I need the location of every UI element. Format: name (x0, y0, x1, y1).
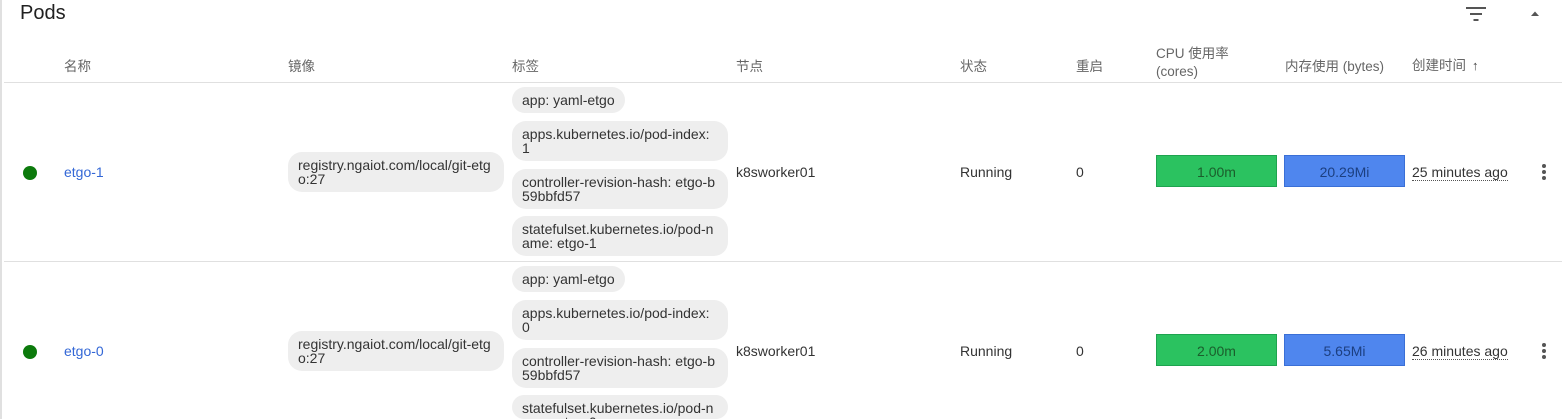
more-vert-icon[interactable] (1540, 342, 1548, 362)
pods-card: Pods 名称 镜像 标签 节点 状态 重启 CPU 使用率 (cores) 内… (0, 0, 1562, 419)
column-header-created-label: 创建时间 (1412, 58, 1466, 73)
status-running-icon (23, 166, 37, 180)
column-header-cpu-line2: (cores) (1156, 64, 1199, 79)
pod-name-link[interactable]: etgo-1 (64, 164, 104, 180)
image-chip: registry.ngaiot.com/local/git-etgo:27 (288, 331, 504, 371)
label-chip: app: yaml-etgo (512, 266, 625, 292)
label-chip: statefulset.kubernetes.io/pod-name: etgo… (512, 216, 728, 256)
card-title: Pods (20, 2, 66, 24)
cpu-usage-bar: 2.00m (1156, 334, 1277, 366)
cpu-usage-bar: 1.00m (1156, 155, 1277, 187)
row-divider (4, 261, 1562, 262)
column-header-created[interactable]: 创建时间 ↑ (1412, 54, 1479, 74)
column-header-node[interactable]: 节点 (736, 55, 763, 75)
label-chip: apps.kubernetes.io/pod-index: 1 (512, 121, 728, 161)
label-chip: controller-revision-hash: etgo-b59bbfd57 (512, 348, 728, 388)
status-running-icon (23, 345, 37, 359)
column-header-cpu[interactable]: CPU 使用率 (cores) (1156, 45, 1229, 81)
column-header-status[interactable]: 状态 (960, 55, 987, 75)
node-name: k8sworker01 (736, 343, 816, 359)
restart-count: 0 (1076, 343, 1084, 359)
column-header-labels[interactable]: 标签 (512, 55, 539, 75)
created-age[interactable]: 25 minutes ago (1412, 165, 1508, 181)
column-header-memory[interactable]: 内存使用 (bytes) (1285, 55, 1384, 75)
header-divider (4, 82, 1562, 83)
column-header-restarts[interactable]: 重启 (1076, 55, 1103, 75)
label-chip: controller-revision-hash: etgo-b59bbfd57 (512, 169, 728, 209)
pod-name-link[interactable]: etgo-0 (64, 343, 104, 359)
label-chip: apps.kubernetes.io/pod-index: 0 (512, 300, 728, 340)
more-vert-icon[interactable] (1540, 163, 1548, 183)
status-text: Running (960, 164, 1013, 180)
column-header-name[interactable]: 名称 (64, 55, 91, 75)
image-chip: registry.ngaiot.com/local/git-etgo:27 (288, 152, 504, 192)
sort-ascending-icon[interactable]: ↑ (1472, 58, 1479, 73)
filter-icon[interactable] (1465, 5, 1487, 23)
memory-usage-bar: 5.65Mi (1284, 334, 1405, 366)
node-name: k8sworker01 (736, 164, 816, 180)
memory-usage-bar: 20.29Mi (1284, 155, 1405, 187)
label-chip: statefulset.kubernetes.io/pod-name: etgo… (512, 395, 728, 419)
label-chip: app: yaml-etgo (512, 87, 625, 113)
created-age[interactable]: 26 minutes ago (1412, 344, 1508, 360)
column-header-image[interactable]: 镜像 (288, 55, 315, 75)
status-text: Running (960, 343, 1013, 359)
triangle-up-icon[interactable] (1528, 7, 1542, 21)
restart-count: 0 (1076, 164, 1084, 180)
column-header-cpu-line1: CPU 使用率 (1156, 46, 1229, 61)
